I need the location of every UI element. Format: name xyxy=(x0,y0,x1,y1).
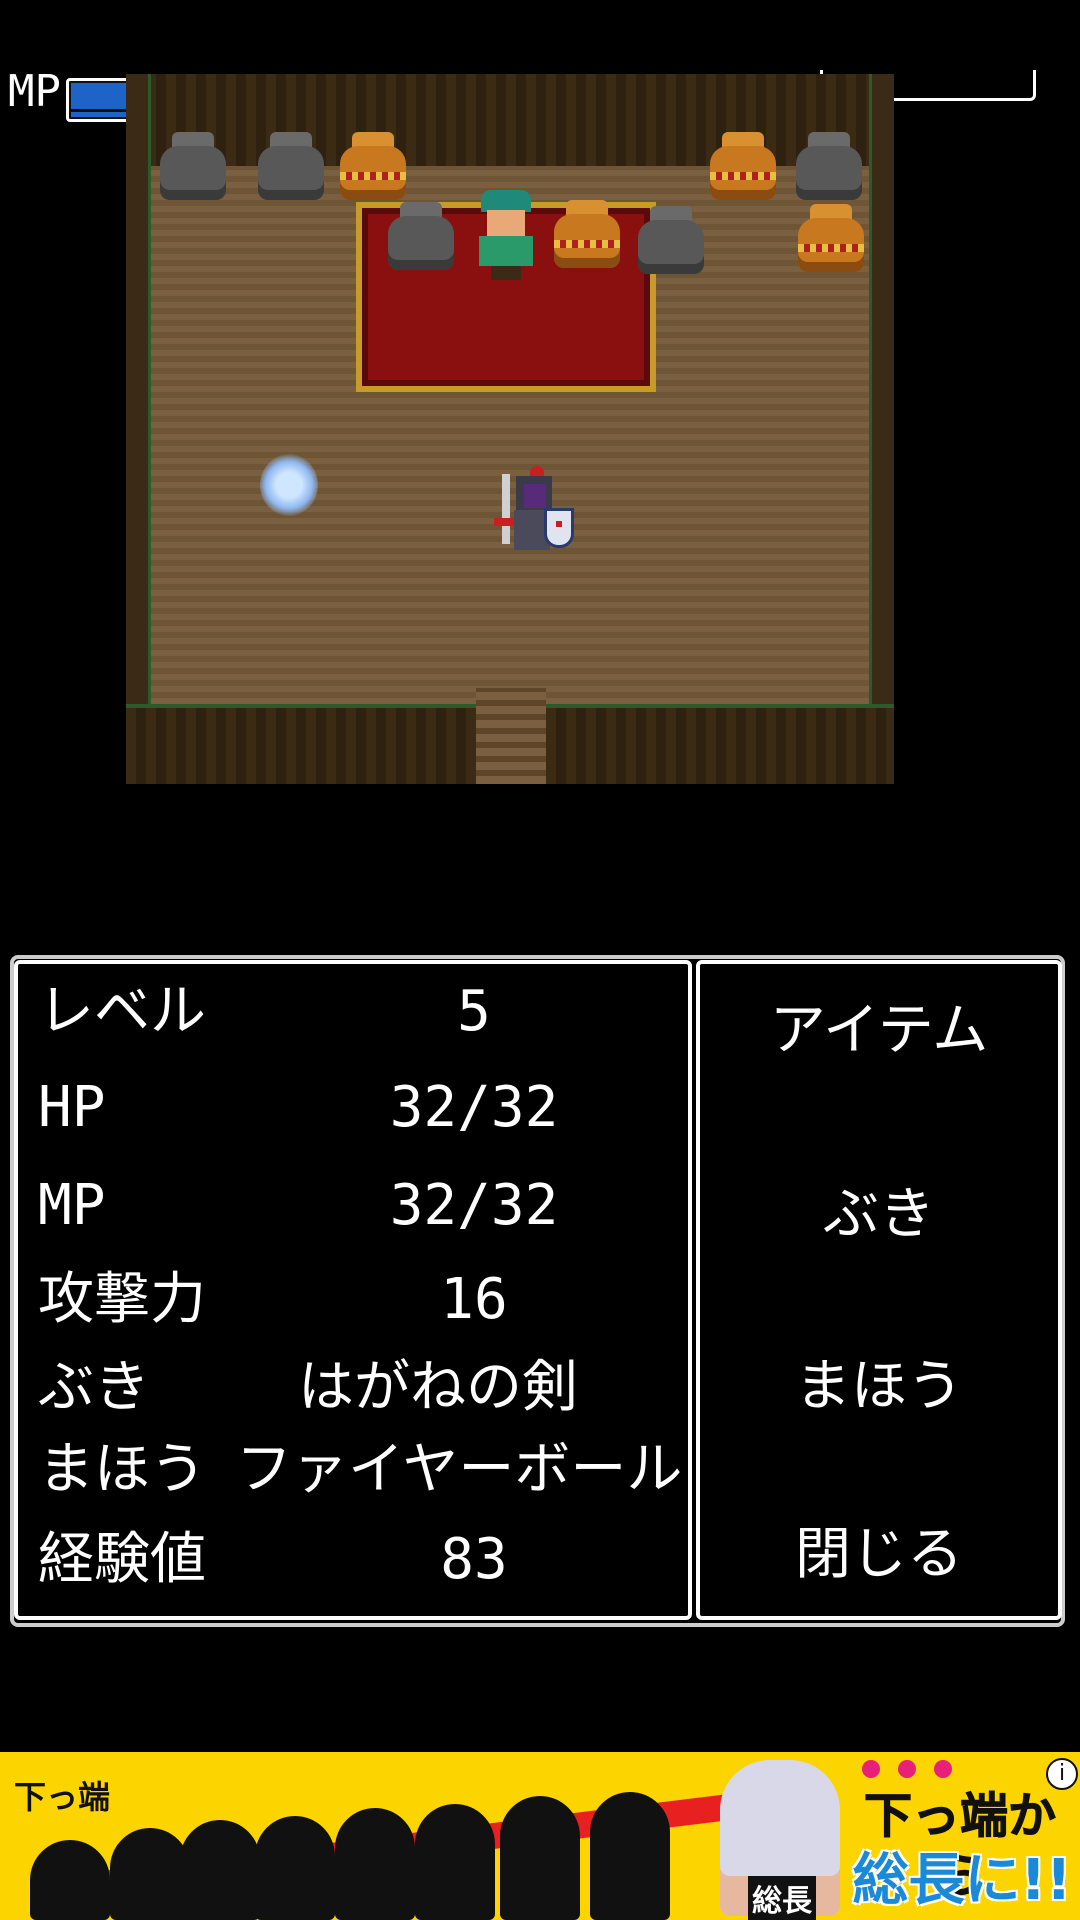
gray-pot[interactable] xyxy=(634,206,708,276)
stat-label: まほう xyxy=(38,1437,206,1502)
stat-value: 5 xyxy=(457,979,491,1044)
ad-silhouette xyxy=(110,1828,190,1920)
gray-pot[interactable] xyxy=(792,132,866,202)
map-exit-door[interactable] xyxy=(476,688,546,784)
stat-value: はがねの剣 xyxy=(298,1355,578,1420)
ad-silhouette xyxy=(335,1808,415,1920)
gray-pot[interactable] xyxy=(254,132,328,202)
gray-pot[interactable] xyxy=(384,202,458,272)
stat-label: 攻撃力 xyxy=(38,1267,206,1332)
blue-wisp-sprite[interactable] xyxy=(260,454,318,516)
stat-row-magic: まほう ファイヤーボール xyxy=(18,1430,683,1510)
stat-value: ファイヤーボール xyxy=(236,1437,683,1502)
stat-row-attack: 攻撃力 16 xyxy=(18,1260,678,1340)
stat-label: HP xyxy=(38,1075,106,1140)
stat-value: 32/32 xyxy=(389,1173,559,1238)
map-left-wall xyxy=(126,74,151,784)
stat-value: 32/32 xyxy=(389,1075,559,1140)
ad-info-icon[interactable]: i xyxy=(1046,1758,1078,1790)
stat-row-mp: MP 32/32 xyxy=(18,1166,678,1246)
stat-value: 16 xyxy=(440,1267,508,1332)
ad-silhouette xyxy=(180,1820,260,1920)
ad-silhouette xyxy=(415,1804,495,1920)
hero-knight-sprite xyxy=(494,466,574,558)
gold-pot[interactable] xyxy=(706,132,780,202)
gold-pot[interactable] xyxy=(336,132,410,202)
game-map[interactable] xyxy=(126,74,894,784)
menu-item-weapon[interactable]: ぶき xyxy=(700,1170,1058,1260)
stat-value: 83 xyxy=(440,1527,508,1592)
ad-tag-label: 下っ端 xyxy=(14,1778,111,1816)
gray-pot[interactable] xyxy=(156,132,230,202)
ad-silhouette xyxy=(255,1816,335,1920)
stat-label: 経験値 xyxy=(38,1527,206,1592)
map-right-wall xyxy=(869,74,894,784)
stat-row-weapon: ぶき はがねの剣 xyxy=(18,1348,678,1428)
ad-character-label: 総長 xyxy=(748,1876,816,1920)
ad-silhouette xyxy=(30,1840,110,1920)
menu-item-magic[interactable]: まほう xyxy=(700,1342,1058,1432)
gold-pot[interactable] xyxy=(550,200,624,270)
stat-label: ぶき xyxy=(38,1355,150,1420)
stat-row-level: レベル 5 xyxy=(18,972,678,1052)
stat-row-hp: HP 32/32 xyxy=(18,1068,678,1148)
ad-dots xyxy=(862,1760,982,1784)
stat-row-experience: 経験値 83 xyxy=(18,1520,678,1600)
gold-pot[interactable] xyxy=(794,204,868,274)
menu-item-items[interactable]: アイテム xyxy=(700,986,1058,1076)
shopkeeper-npc[interactable] xyxy=(471,190,541,280)
stat-label: レベル xyxy=(38,979,206,1044)
stat-label: MP xyxy=(38,1173,106,1238)
ad-banner[interactable]: 下っ端 総長 下っ端から 総長に!! i xyxy=(0,1752,1080,1920)
menu-item-close[interactable]: 閉じる xyxy=(700,1510,1058,1600)
ad-headline-line2: 総長に!! xyxy=(852,1848,1072,1913)
ad-silhouette xyxy=(500,1796,580,1920)
hud-mp-label: MP xyxy=(8,66,61,117)
ad-silhouette xyxy=(590,1792,670,1920)
